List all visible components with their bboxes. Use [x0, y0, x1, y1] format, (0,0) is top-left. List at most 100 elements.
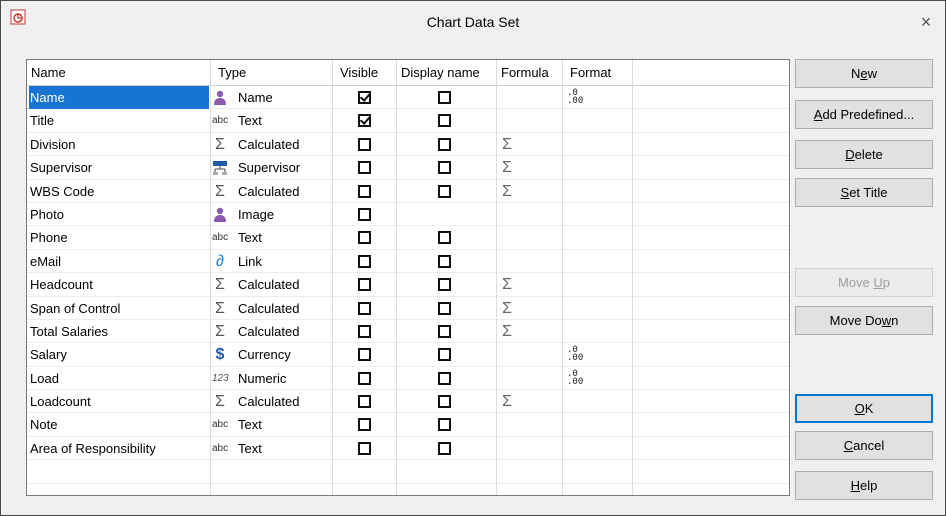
format-cell[interactable] [564, 437, 632, 460]
column-header-visible[interactable]: Visible [334, 60, 396, 85]
table-row[interactable]: Supervisor Supervisor Σ [27, 156, 789, 180]
formula-sigma-icon[interactable]: Σ [502, 133, 512, 156]
formula-cell[interactable] [498, 250, 562, 273]
ok-button[interactable]: OK [795, 394, 933, 423]
formula-cell[interactable]: Σ [498, 133, 562, 156]
formula-cell[interactable]: Σ [498, 320, 562, 343]
table-row[interactable]: Photo Image [27, 203, 789, 227]
column-header-type[interactable]: Type [212, 60, 332, 85]
visible-checkbox[interactable] [358, 348, 371, 362]
visible-checkbox[interactable] [358, 254, 371, 268]
visible-checkbox[interactable] [358, 207, 371, 221]
display-name-checkbox[interactable] [438, 137, 451, 151]
formula-sigma-icon[interactable]: Σ [502, 390, 512, 413]
visible-checkbox[interactable] [358, 184, 371, 198]
table-row[interactable]: WBS Code Σ Calculated Σ [27, 180, 789, 203]
formula-cell[interactable]: Σ [498, 156, 562, 179]
help-button[interactable]: Help [795, 471, 933, 500]
format-cell[interactable] [564, 390, 632, 413]
format-cell[interactable] [564, 133, 632, 156]
format-cell[interactable] [564, 203, 632, 226]
cancel-button[interactable]: Cancel [795, 431, 933, 460]
row-name[interactable]: eMail [27, 250, 210, 273]
visible-checkbox[interactable] [358, 278, 371, 292]
row-name[interactable]: Supervisor [27, 156, 210, 179]
visible-checkbox[interactable] [358, 137, 371, 151]
delete-button[interactable]: Delete [795, 140, 933, 169]
display-name-checkbox[interactable] [438, 231, 451, 245]
row-name[interactable]: Total Salaries [27, 320, 210, 343]
visible-checkbox[interactable] [358, 91, 371, 104]
empty-row[interactable] [27, 484, 789, 495]
table-row[interactable]: Area of Responsibility abc Text [27, 437, 789, 461]
move-down-button[interactable]: Move Down [795, 306, 933, 335]
table-row[interactable]: Span of Control Σ Calculated Σ [27, 297, 789, 320]
format-cell[interactable] [564, 226, 632, 249]
new-button[interactable]: New [795, 59, 933, 88]
column-header-format[interactable]: Format [564, 60, 632, 85]
formula-sigma-icon[interactable]: Σ [502, 156, 512, 179]
formula-cell[interactable] [498, 226, 562, 249]
table-row[interactable]: Loadcount Σ Calculated Σ [27, 390, 789, 414]
row-name[interactable]: Headcount [27, 273, 210, 296]
formula-sigma-icon[interactable]: Σ [502, 273, 512, 296]
formula-sigma-icon[interactable]: Σ [502, 320, 512, 343]
row-name[interactable]: WBS Code [27, 180, 210, 203]
formula-cell[interactable]: Σ [498, 390, 562, 413]
visible-checkbox[interactable] [358, 441, 371, 455]
formula-cell[interactable]: Σ [498, 180, 562, 203]
display-name-checkbox[interactable] [438, 91, 451, 104]
table-row[interactable]: Headcount Σ Calculated Σ [27, 273, 789, 297]
formula-sigma-icon[interactable]: Σ [502, 180, 512, 203]
table-row[interactable]: Note abc Text [27, 413, 789, 437]
column-header-name[interactable]: Name [27, 60, 210, 85]
row-name[interactable]: Salary [27, 343, 210, 366]
visible-checkbox[interactable] [358, 161, 371, 175]
row-name[interactable]: Division [27, 133, 210, 156]
display-name-checkbox[interactable] [438, 161, 451, 175]
display-name-checkbox[interactable] [438, 324, 451, 338]
table-row[interactable]: Name Name .0 .00 [27, 86, 789, 110]
row-name[interactable]: Span of Control [27, 297, 210, 320]
data-set-grid[interactable]: Name Type Visible Display name Formula F… [26, 59, 790, 496]
table-row[interactable]: Total Salaries Σ Calculated Σ [27, 320, 789, 344]
table-row[interactable]: Salary $ Currency .0 .00 [27, 343, 789, 367]
display-name-checkbox[interactable] [438, 114, 451, 128]
column-header-display-name[interactable]: Display name [398, 60, 496, 85]
format-cell[interactable] [564, 109, 632, 132]
format-cell[interactable] [564, 413, 632, 436]
table-row[interactable]: Title abc Text [27, 109, 789, 133]
row-name[interactable]: Phone [27, 226, 210, 249]
row-name[interactable]: Load [27, 367, 210, 390]
visible-checkbox[interactable] [358, 371, 371, 385]
format-cell[interactable]: .0 .00 [564, 367, 632, 390]
close-icon[interactable]: × [915, 11, 937, 33]
format-cell[interactable] [564, 156, 632, 179]
visible-checkbox[interactable] [358, 301, 371, 315]
table-row[interactable]: Division Σ Calculated Σ [27, 133, 789, 157]
row-name[interactable]: Title [27, 109, 210, 132]
format-cell[interactable]: .0 .00 [564, 86, 632, 109]
display-name-checkbox[interactable] [438, 371, 451, 385]
format-cell[interactable] [564, 297, 632, 320]
row-name[interactable]: Name [29, 86, 209, 109]
visible-checkbox[interactable] [358, 114, 371, 128]
formula-cell[interactable] [498, 109, 562, 132]
column-header-formula[interactable]: Formula [498, 60, 562, 85]
add-predefined-button[interactable]: Add Predefined... [795, 100, 933, 129]
visible-checkbox[interactable] [358, 324, 371, 338]
row-name[interactable]: Area of Responsibility [27, 437, 210, 460]
visible-checkbox[interactable] [358, 231, 371, 245]
formula-cell[interactable] [498, 413, 562, 436]
formula-cell[interactable] [498, 86, 562, 109]
formula-sigma-icon[interactable]: Σ [502, 297, 512, 320]
row-name[interactable]: Photo [27, 203, 210, 226]
set-title-button[interactable]: Set Title [795, 178, 933, 207]
display-name-checkbox[interactable] [438, 184, 451, 198]
formula-cell[interactable] [498, 343, 562, 366]
formula-cell[interactable] [498, 367, 562, 390]
display-name-checkbox[interactable] [438, 395, 451, 409]
display-name-checkbox[interactable] [438, 418, 451, 432]
formula-cell[interactable]: Σ [498, 297, 562, 320]
format-cell[interactable]: .0 .00 [564, 343, 632, 366]
